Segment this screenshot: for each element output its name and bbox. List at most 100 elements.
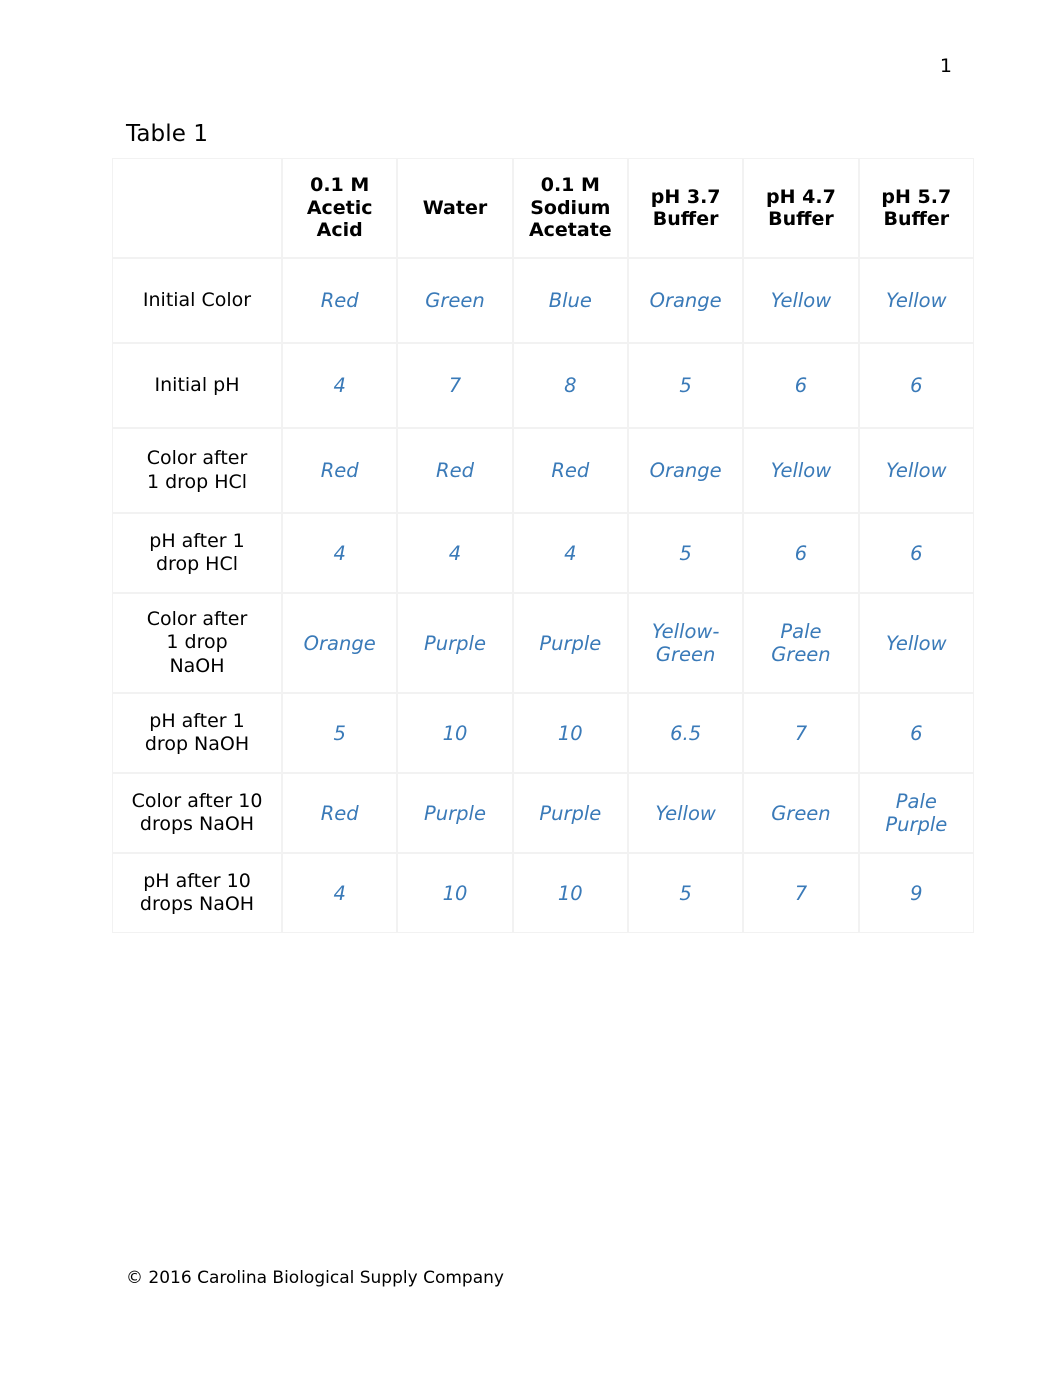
row-header-line: Color after — [146, 447, 248, 470]
table-cell-line: Green — [771, 801, 831, 825]
table-cell: Yellow- Green — [627, 593, 744, 693]
table-row: pH after 1 drop NaOH 5 10 10 6.5 7 6 — [112, 693, 974, 773]
table-cell: Yellow — [858, 258, 974, 343]
table-cell: 4 — [282, 513, 398, 593]
column-header-line: Buffer — [768, 208, 834, 230]
table-cell: Green — [397, 258, 513, 343]
row-header-line: Color after 10 — [131, 789, 263, 812]
column-header-ph-4-7-buffer: pH 4.7 Buffer — [743, 158, 859, 258]
table-cell-line: 9 — [910, 881, 923, 905]
table-cell-line: 5 — [679, 541, 692, 565]
row-header-line: pH after 10 — [143, 869, 251, 892]
table-cell-line: 8 — [564, 374, 577, 397]
table-cell: 6 — [858, 693, 974, 773]
table-cell-line: Orange — [649, 459, 722, 482]
row-header-label: pH after 10 drops NaOH — [112, 853, 283, 933]
table-cell: 7 — [743, 693, 859, 773]
table-cell: 5 — [282, 693, 398, 773]
table-cell: Red — [282, 773, 398, 853]
table-cell-line: 6 — [794, 541, 808, 565]
table-cell-line: Green — [655, 643, 716, 666]
table-row: pH after 1 drop HCl 4 4 4 5 6 6 — [112, 513, 974, 593]
table-cell: 6 — [743, 513, 859, 593]
table-cell-line: Pale — [780, 620, 822, 643]
table-cell: 4 — [282, 853, 398, 933]
table-cell: Red — [282, 258, 398, 343]
table-cell-line: 10 — [557, 881, 583, 905]
table-cell-line: Orange — [303, 631, 376, 655]
table-cell-line: Red — [551, 459, 590, 482]
table-cell: 4 — [512, 513, 628, 593]
table-cell: Orange — [282, 593, 398, 693]
column-header-water: Water — [397, 158, 513, 258]
table-cell: Purple — [512, 593, 628, 693]
table-cell: 10 — [512, 693, 628, 773]
table-cell-line: Yellow — [886, 289, 947, 312]
table-cell: Purple — [397, 593, 513, 693]
row-header-line: drops NaOH — [139, 813, 255, 835]
column-header-line: pH 5.7 — [881, 185, 952, 208]
table-cell: 10 — [397, 693, 513, 773]
row-header-line: Initial Color — [142, 288, 252, 311]
table-row: Color after 10 drops NaOH Red Purple Purple Y… — [112, 773, 974, 853]
table-cell: Yellow — [743, 428, 859, 513]
row-header-label: Color after 10 drops NaOH — [112, 773, 283, 853]
column-header-line: 0.1 M — [310, 174, 370, 197]
column-header-line: 0.1 M — [540, 174, 600, 197]
table-row: Color after 1 drop HCl Red Red Red Orange Yell… — [112, 428, 974, 513]
table-cell-line: Purple — [424, 631, 486, 655]
row-header-line: 1 drop — [166, 631, 228, 654]
table-cell-line: 4 — [333, 541, 346, 565]
column-header-line: Acetic — [306, 196, 373, 219]
column-header-line: Buffer — [652, 208, 719, 230]
table-cell-line: 7 — [794, 881, 808, 905]
table-cell-line: Purple — [539, 801, 602, 825]
row-header-label: Color after 1 drop HCl — [112, 428, 283, 513]
table-cell: Red — [397, 428, 513, 513]
table-cell: Orange — [627, 258, 744, 343]
table-cell: 6 — [858, 513, 974, 593]
table-cell-line: Red — [436, 459, 474, 482]
column-header-line: Buffer — [883, 208, 950, 230]
table-header-row: 0.1 M Acetic Acid Water 0.1 M Sodium Acetate… — [112, 158, 974, 258]
table-cell-line: Green — [425, 289, 485, 312]
table-header: 0.1 M Acetic Acid Water 0.1 M Sodium Acetate… — [112, 158, 974, 258]
table-body: Initial Color Red Green Blue Orange Yellow Yel… — [112, 258, 974, 933]
row-header-line: NaOH — [169, 654, 225, 677]
row-header-line: drop HCl — [156, 553, 239, 575]
table-cell-line: Yellow — [655, 801, 716, 825]
table-cell: Purple — [397, 773, 513, 853]
table-cell: 6.5 — [627, 693, 744, 773]
table-row: Initial pH 4 7 8 5 6 6 — [112, 343, 974, 428]
table-cell-line: 10 — [442, 881, 468, 905]
table-cell-line: 4 — [333, 881, 346, 905]
table-cell-line: Purple — [539, 631, 602, 655]
table-cell: Pale Green — [743, 593, 859, 693]
table-caption: Table 1 — [126, 121, 209, 147]
table-cell-line: Purple — [424, 801, 486, 825]
table-cell-line: 4 — [333, 374, 346, 397]
table-cell: Orange — [627, 428, 744, 513]
table-cell: 7 — [743, 853, 859, 933]
table-cell-line: 6 — [910, 721, 923, 745]
table-cell: Green — [743, 773, 859, 853]
table-cell: 8 — [512, 343, 628, 428]
table-cell-line: Yellow — [886, 631, 947, 655]
table-cell-line: Red — [320, 801, 359, 825]
row-header-line: pH after 1 — [149, 709, 245, 732]
table-cell-line: Yellow — [770, 289, 832, 312]
row-header-label: Initial pH — [112, 343, 283, 428]
column-header-ph-5-7-buffer: pH 5.7 Buffer — [858, 158, 974, 258]
table-cell: Red — [512, 428, 628, 513]
table-cell-line: 6 — [794, 374, 808, 397]
column-header-acetic-acid: 0.1 M Acetic Acid — [282, 158, 398, 258]
column-header-line: Sodium — [530, 196, 611, 219]
table-cell-line: 7 — [794, 721, 808, 745]
table-cell-line: Red — [320, 289, 359, 312]
column-header-line: Acid — [316, 219, 363, 242]
table-cell-line: 7 — [448, 374, 462, 397]
column-header-sodium-acetate: 0.1 M Sodium Acetate — [512, 158, 628, 258]
table-cell-line: Pale — [895, 790, 937, 813]
table-cell-line: Green — [771, 643, 831, 666]
row-header-label: pH after 1 drop HCl — [112, 513, 283, 593]
